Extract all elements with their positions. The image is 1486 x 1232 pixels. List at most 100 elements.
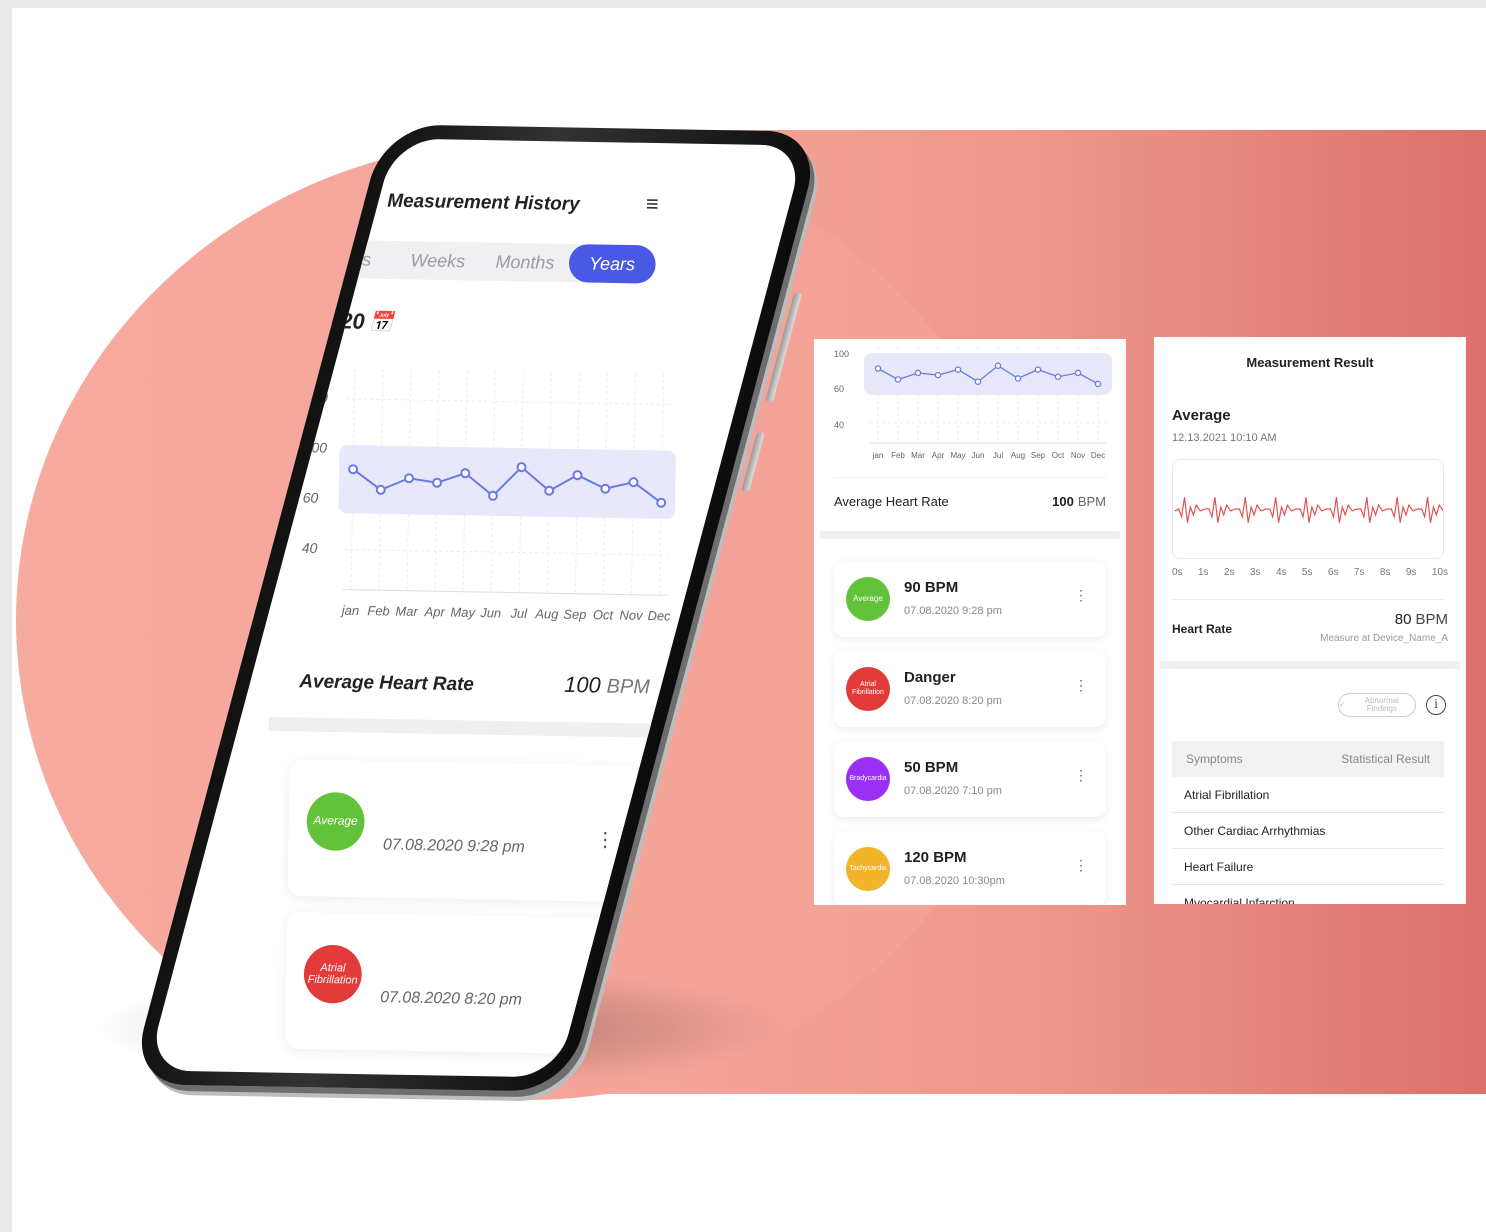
panel-heart-rate-chart: 100 60 40 jan Feb Mar Apr May Jun Jul Aug Sep Oct Nov… bbox=[834, 347, 1112, 460]
average-heart-rate-value: 100 bbox=[1052, 494, 1074, 509]
data-point bbox=[348, 464, 359, 475]
average-heart-rate-row: Average Heart Rate 100 BPM bbox=[834, 494, 1106, 509]
measurement-title: 50 BPM bbox=[904, 759, 959, 776]
ecg-chart-frame bbox=[1172, 459, 1449, 559]
result-type: Average bbox=[1172, 407, 1231, 424]
measurement-date: 07.08.2020 9:28 pm bbox=[904, 605, 1002, 617]
result-date: 12.13.2021 10:10 AM bbox=[1172, 432, 1277, 444]
calendar-icon[interactable]: 📅 bbox=[368, 312, 393, 335]
data-point bbox=[994, 362, 1002, 369]
x-tick-label: Jun bbox=[479, 605, 501, 620]
x-tick-label: Sep bbox=[1031, 451, 1046, 460]
x-tick-label: jan bbox=[872, 451, 884, 460]
status-badge: Tachycardia bbox=[846, 847, 890, 891]
section-divider bbox=[820, 531, 1120, 539]
table-row[interactable]: Heart Failure bbox=[1172, 849, 1444, 885]
x-tick-label: 8s bbox=[1379, 567, 1391, 578]
average-heart-rate-unit: BPM bbox=[1077, 494, 1106, 509]
data-point bbox=[404, 473, 415, 484]
divider bbox=[834, 477, 1106, 478]
list-item[interactable]: Atrial Fibrillation Danger 07.08.2020 8:… bbox=[834, 651, 1106, 727]
x-tick-label: 9s bbox=[1405, 567, 1417, 578]
table-row[interactable]: Myocardial Infarction bbox=[1172, 885, 1444, 904]
data-point bbox=[572, 470, 583, 481]
heart-rate-unit: BPM bbox=[1415, 611, 1448, 628]
check-icon: ✓ bbox=[1339, 700, 1346, 709]
section-divider bbox=[1160, 661, 1460, 669]
ecg-time-axis: 0s 1s 2s 3s 4s 5s 6s 7s 8s 9s 10s bbox=[1172, 567, 1448, 578]
history-list-panel: 100 60 40 jan Feb Mar Apr May Jun Jul Aug Sep Oct Nov… bbox=[814, 339, 1126, 905]
measure-device: Measure at Device_Name_A bbox=[1320, 633, 1448, 644]
measurement-date: 07.08.2020 9:28 pm bbox=[382, 836, 525, 856]
column-statistical-result: Statistical Result bbox=[1341, 752, 1430, 766]
measurement-date: 07.08.2020 7:10 pm bbox=[904, 785, 1002, 797]
y-tick-label: 60 bbox=[303, 489, 319, 505]
y-tick-label: 100 bbox=[304, 439, 328, 455]
measurement-date: 07.08.2020 8:20 pm bbox=[380, 989, 523, 1009]
heart-rate-value-row: 80 BPM bbox=[1395, 611, 1448, 628]
table-row[interactable]: Atrial Fibrillation bbox=[1172, 777, 1444, 813]
phone-heart-rate-chart: 2001006040jan Feb Mar Apr May Jun Jul Aug Sep Oct… bbox=[302, 368, 676, 623]
period-tabs: Days Weeks Months Years bbox=[306, 239, 656, 284]
data-point bbox=[1054, 373, 1062, 381]
x-tick-label: Jul bbox=[993, 451, 1003, 460]
list-item[interactable]: Average 90 BPM 07.08.2020 9:28 pm ⋮ bbox=[834, 561, 1106, 637]
more-options-icon[interactable]: ⋮ bbox=[1074, 587, 1088, 604]
hamburger-icon[interactable]: ≡ bbox=[646, 191, 659, 217]
measurement-date: 07.08.2020 8:20 pm bbox=[904, 695, 1002, 707]
tab-years[interactable]: Years bbox=[568, 243, 656, 284]
average-heart-rate-value: 100 bbox=[563, 671, 601, 698]
data-point bbox=[914, 369, 922, 377]
average-heart-rate-unit: BPM bbox=[606, 675, 651, 699]
section-divider bbox=[268, 716, 679, 739]
x-tick-label: 10s bbox=[1431, 567, 1448, 578]
x-tick-label: 7s bbox=[1353, 567, 1365, 578]
data-point bbox=[1014, 375, 1022, 382]
x-tick-label: jan bbox=[340, 603, 360, 618]
more-options-icon[interactable]: ⋮ bbox=[1074, 857, 1088, 874]
x-tick-label: 6s bbox=[1327, 567, 1339, 578]
data-point bbox=[974, 378, 982, 385]
x-tick-label: Sep bbox=[563, 607, 586, 622]
x-tick-label: 4s bbox=[1275, 567, 1287, 578]
x-tick-label: Aug bbox=[1011, 451, 1025, 460]
list-item[interactable]: Tachycardia 120 BPM 07.08.2020 10:30pm ⋮ bbox=[834, 831, 1106, 905]
data-point bbox=[628, 477, 639, 488]
x-tick-label: 3s bbox=[1249, 567, 1261, 578]
x-tick-label: Aug bbox=[534, 606, 559, 621]
list-item[interactable]: Average 07.08.2020 9:28 pm ⋮ bbox=[287, 759, 639, 903]
x-tick-label: Apr bbox=[423, 604, 445, 619]
x-tick-label: 1s bbox=[1197, 567, 1209, 578]
table-row[interactable]: Other Cardiac Arrhythmias bbox=[1172, 813, 1444, 849]
data-point bbox=[874, 365, 882, 372]
status-badge: Average bbox=[846, 577, 890, 621]
measurement-title: Danger bbox=[904, 669, 956, 686]
y-tick-label: 60 bbox=[834, 384, 844, 394]
more-options-icon[interactable]: ⋮ bbox=[595, 827, 615, 852]
x-tick-label: Oct bbox=[1052, 451, 1065, 460]
data-point bbox=[600, 483, 611, 494]
data-point bbox=[432, 477, 443, 488]
heart-rate-value: 80 bbox=[1394, 611, 1412, 628]
data-point bbox=[544, 485, 555, 496]
data-point bbox=[954, 366, 962, 373]
more-options-icon[interactable]: ⋮ bbox=[1074, 767, 1088, 784]
abnormal-findings-toggle[interactable]: ✓ Abnormal Findings bbox=[1338, 693, 1416, 717]
data-point bbox=[894, 376, 902, 383]
tab-weeks[interactable]: Weeks bbox=[394, 241, 482, 281]
data-point bbox=[375, 484, 386, 495]
list-item[interactable]: Bradycardia 50 BPM 07.08.2020 7:10 pm ⋮ bbox=[834, 741, 1106, 817]
average-heart-rate-row: Average Heart Rate 100 BPM bbox=[269, 667, 680, 700]
y-tick-label: 40 bbox=[302, 540, 318, 556]
x-tick-label: Apr bbox=[932, 451, 945, 460]
x-tick-label: 2s bbox=[1223, 567, 1235, 578]
info-icon[interactable]: i bbox=[1426, 695, 1446, 715]
more-options-icon[interactable]: ⋮ bbox=[1074, 677, 1088, 694]
x-tick-label: May bbox=[450, 605, 476, 621]
x-tick-label: Jun bbox=[972, 451, 985, 460]
status-badge: Atrial Fibrillation bbox=[846, 667, 890, 711]
tab-months[interactable]: Months bbox=[481, 242, 569, 282]
measurement-date: 07.08.2020 10:30pm bbox=[904, 875, 1005, 887]
status-badge: Bradycardia bbox=[846, 757, 890, 801]
x-tick-label: May bbox=[950, 451, 965, 460]
